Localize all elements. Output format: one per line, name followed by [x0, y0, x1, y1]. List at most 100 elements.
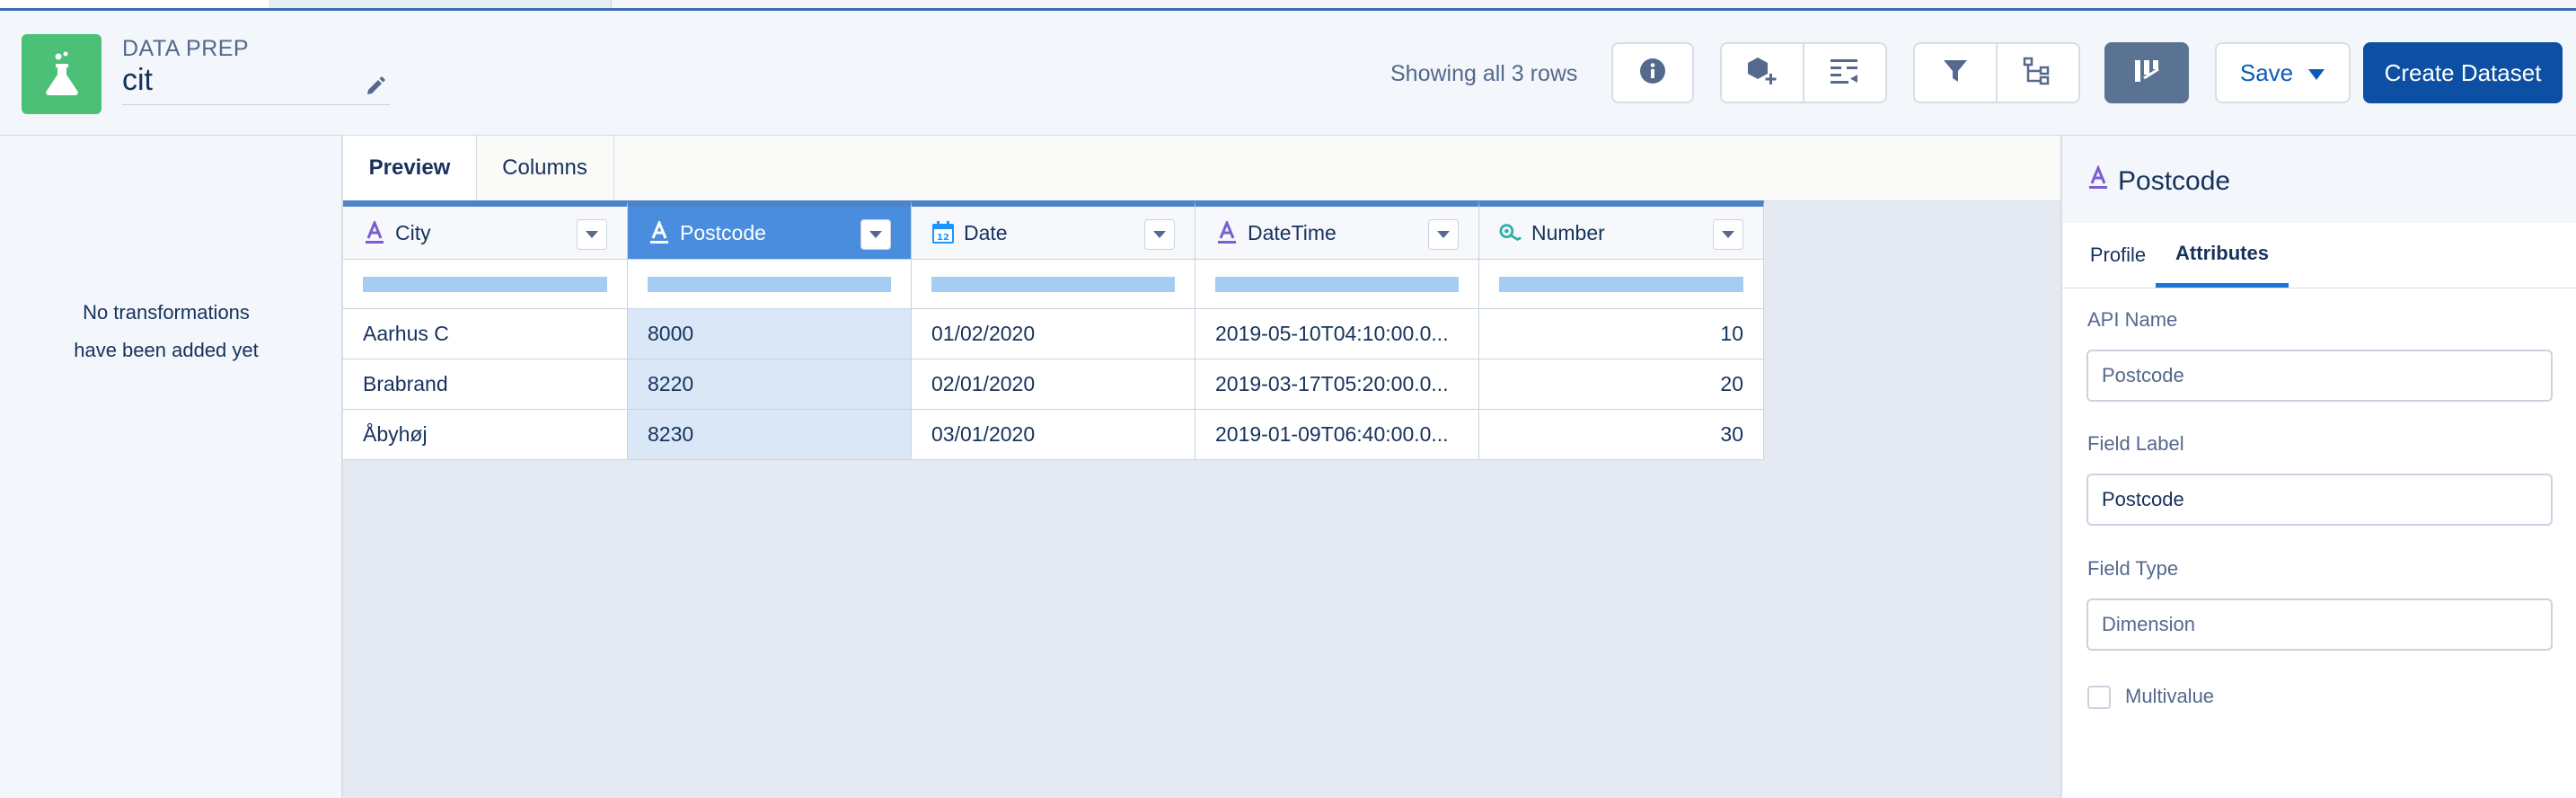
column-number: Number 10 20 30: [1479, 200, 1764, 460]
panel-toggle-button[interactable]: [2104, 42, 2189, 103]
panel-header: Postcode: [2062, 136, 2576, 223]
column-transform-button[interactable]: [1803, 44, 1885, 102]
column-menu-button[interactable]: [577, 219, 607, 250]
chevron-down-icon: [869, 231, 882, 238]
chevron-down-icon: [1722, 231, 1734, 238]
column-details-panel: Postcode Profile Attributes API Name Pos…: [2060, 136, 2576, 798]
transformations-panel: No transformations have been added yet: [0, 136, 343, 798]
column-menu-button[interactable]: [1428, 219, 1459, 250]
column-header-label: Date: [964, 220, 1008, 244]
chevron-down-icon: [2307, 59, 2325, 87]
table-cell[interactable]: 8220: [628, 359, 912, 410]
filter-icon: [1942, 58, 1969, 89]
create-dataset-button[interactable]: Create Dataset: [2363, 42, 2563, 103]
hierarchy-icon: [2023, 57, 2053, 90]
preview-area: Preview Columns City Aarhus C Brabrand Å…: [343, 136, 2060, 798]
empty-transformations-message: No transformations have been added yet: [0, 294, 332, 369]
column-header-label: Postcode: [680, 220, 766, 244]
column-header-city[interactable]: City: [343, 200, 628, 259]
api-name-field[interactable]: Postcode: [2086, 350, 2553, 402]
list-transform-icon: [1829, 57, 1861, 90]
tab-columns[interactable]: Columns: [476, 136, 614, 200]
tab-attributes[interactable]: Attributes: [2156, 223, 2289, 288]
transform-button-group: [1720, 42, 1887, 103]
column-header-label: DateTime: [1248, 220, 1337, 244]
column-menu-button[interactable]: [1713, 219, 1743, 250]
empty-message-line1: No transformations: [83, 301, 250, 324]
table-cell[interactable]: 20: [1479, 359, 1764, 410]
recipe-title[interactable]: cit: [122, 63, 390, 105]
info-icon: [1639, 58, 1666, 89]
tab-preview[interactable]: Preview: [343, 136, 477, 200]
edit-pencil-icon[interactable]: [365, 74, 392, 101]
hierarchy-button[interactable]: [1996, 44, 2078, 102]
number-type-icon: [1499, 221, 1522, 244]
add-step-button[interactable]: [1722, 44, 1803, 102]
column-header-number[interactable]: Number: [1479, 200, 1764, 259]
multivalue-label: Multivalue: [2125, 685, 2215, 707]
api-name-label: API Name: [2087, 308, 2178, 331]
table-cell[interactable]: Aarhus C: [343, 309, 628, 359]
text-type-icon: [363, 221, 386, 244]
table-cell[interactable]: 2019-03-17T05:20:00.0...: [1195, 359, 1479, 410]
column-header-label: City: [395, 220, 431, 244]
text-type-icon: [1215, 221, 1239, 244]
column-city: City Aarhus C Brabrand Åbyhøj: [343, 200, 628, 460]
header: DATA PREP cit Showing all 3 rows Save Cr…: [0, 11, 2576, 136]
save-button[interactable]: Save: [2215, 42, 2351, 103]
tab-active[interactable]: [0, 0, 270, 8]
tab-inactive[interactable]: [271, 0, 612, 8]
preview-tabs: Preview Columns: [343, 136, 2060, 201]
panel-tabs: Profile Attributes: [2062, 223, 2576, 288]
add-node-icon: [1745, 56, 1779, 91]
table-cell[interactable]: 01/02/2020: [912, 309, 1195, 359]
filter-button[interactable]: [1915, 44, 1996, 102]
multivalue-checkbox[interactable]: [2087, 686, 2111, 709]
empty-message-line2: have been added yet: [74, 339, 259, 361]
table-cell[interactable]: 2019-05-10T04:10:00.0...: [1195, 309, 1479, 359]
table-cell[interactable]: 2019-01-09T06:40:00.0...: [1195, 410, 1479, 460]
column-menu-button[interactable]: [1144, 219, 1175, 250]
column-date: 12 Date 01/02/2020 02/01/2020 03/01/2020: [912, 200, 1195, 460]
flask-icon: [22, 34, 101, 114]
table-cell[interactable]: 02/01/2020: [912, 359, 1195, 410]
column-header-date[interactable]: 12 Date: [912, 200, 1195, 259]
field-label-label: Field Label: [2087, 432, 2184, 455]
text-type-icon: [648, 221, 671, 244]
panel-title-text: Postcode: [2118, 166, 2231, 196]
data-quality-bar: [912, 259, 1195, 309]
column-postcode: Postcode 8000 8220 8230: [628, 200, 912, 460]
data-quality-bar: [1195, 259, 1479, 309]
svg-text:12: 12: [937, 233, 949, 243]
table-cell[interactable]: 8000: [628, 309, 912, 359]
table-cell[interactable]: 30: [1479, 410, 1764, 460]
chevron-down-icon: [1437, 231, 1450, 238]
column-datetime: DateTime 2019-05-10T04:10:00.0... 2019-0…: [1195, 200, 1479, 460]
filter-button-group: [1913, 42, 2080, 103]
table-cell[interactable]: Brabrand: [343, 359, 628, 410]
field-label-input[interactable]: Postcode: [2086, 474, 2553, 526]
row-count-status: Showing all 3 rows: [1390, 61, 1578, 86]
panel-toggle-icon: [2132, 57, 2161, 90]
chevron-down-icon: [586, 231, 598, 238]
tab-profile[interactable]: Profile: [2082, 223, 2154, 288]
table-cell[interactable]: 8230: [628, 410, 912, 460]
table-cell[interactable]: 10: [1479, 309, 1764, 359]
field-type-label: Field Type: [2087, 557, 2179, 580]
app-label: DATA PREP: [122, 36, 250, 61]
text-type-icon: [2087, 164, 2109, 198]
data-quality-bar: [1479, 259, 1764, 309]
data-quality-bar: [343, 259, 628, 309]
save-label: Save: [2239, 58, 2294, 86]
column-header-postcode[interactable]: Postcode: [628, 200, 912, 259]
column-header-datetime[interactable]: DateTime: [1195, 200, 1479, 259]
chevron-down-icon: [1153, 231, 1166, 238]
info-button[interactable]: [1611, 42, 1694, 103]
table-cell[interactable]: Åbyhøj: [343, 410, 628, 460]
browser-tab-strip: [0, 0, 2576, 11]
column-header-label: Number: [1531, 220, 1605, 244]
field-type-field[interactable]: Dimension: [2086, 598, 2553, 651]
calendar-type-icon: 12: [931, 221, 955, 244]
column-menu-button[interactable]: [860, 219, 891, 250]
table-cell[interactable]: 03/01/2020: [912, 410, 1195, 460]
